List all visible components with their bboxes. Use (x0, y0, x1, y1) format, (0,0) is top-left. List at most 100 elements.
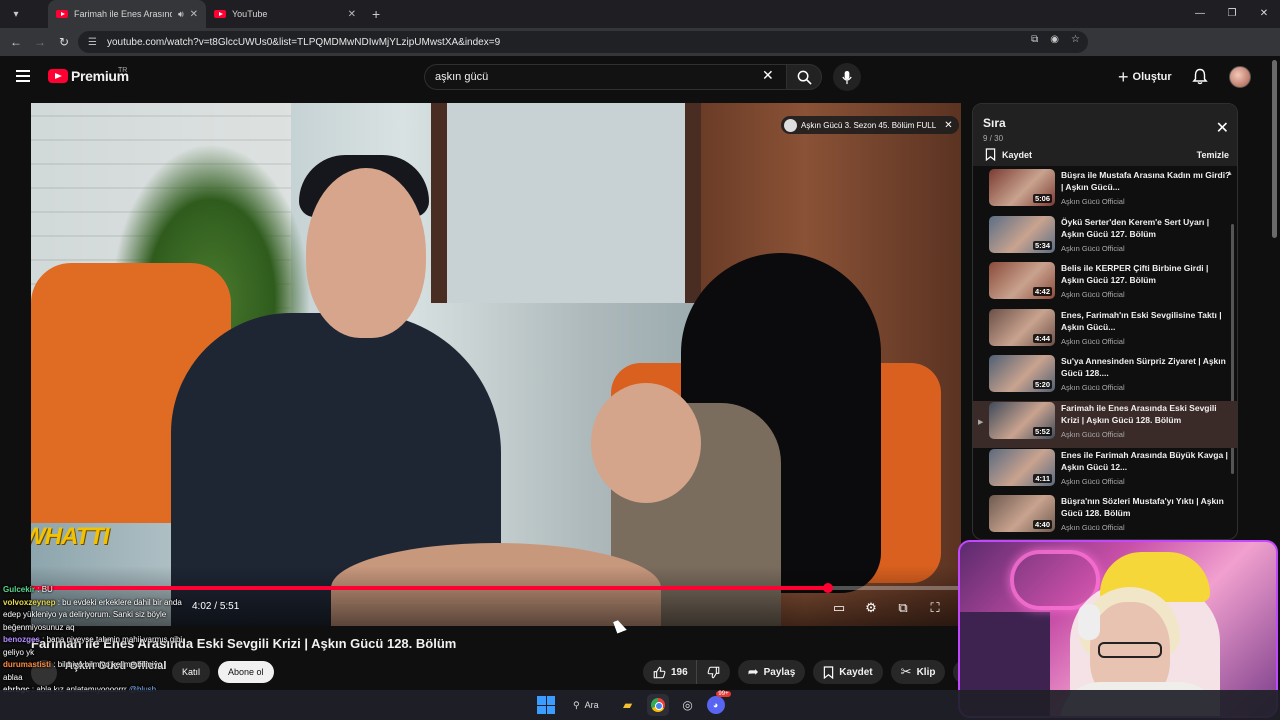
queue-item[interactable]: 5:34 Öykü Serter'den Kerem'e Sert Uyarı |… (973, 215, 1237, 262)
queue-thumbnail[interactable]: 5:20 (989, 355, 1055, 393)
share-button[interactable]: ➦ Paylaş (737, 660, 806, 684)
queue-item-text: Belis ile KERPER Çifti Birbine Girdi | A… (1061, 262, 1231, 299)
bookmark-icon (985, 148, 996, 161)
like-button[interactable]: 196 (643, 660, 696, 684)
voice-search-button[interactable] (833, 63, 861, 91)
create-button[interactable]: + Oluştur (1118, 66, 1172, 88)
queue-panel: Sıra 9 / 30 ✕ Kaydet Temizle ▲ 5:06 Büşra… (972, 103, 1238, 540)
plus-icon: + (1118, 67, 1129, 87)
minimize-icon[interactable]: — (1184, 0, 1216, 28)
window-controls: — ❐ ✕ (1184, 0, 1280, 28)
queue-item-title[interactable]: Enes ile Farimah Arasında Büyük Kavga | … (1061, 449, 1231, 473)
tab-youtube[interactable]: YouTube ✕ (206, 0, 364, 28)
search-button[interactable] (786, 64, 822, 90)
queue-thumbnail[interactable]: 5:52 (989, 401, 1055, 439)
queue-thumbnail[interactable]: 4:42 (989, 262, 1055, 300)
queue-thumbnail[interactable]: 5:06 (989, 169, 1055, 206)
settings-gear-icon[interactable]: ⚙ (862, 600, 880, 616)
clip-label: Klip (916, 666, 936, 678)
youtube-play-icon (48, 69, 68, 83)
tab-title: Farimah ile Enes Arasında E (74, 9, 172, 19)
clear-queue-button[interactable]: Temizle (1197, 150, 1229, 160)
subtitles-icon[interactable]: ▭ (830, 600, 848, 616)
url-bar[interactable]: ☰ youtube.com/watch?v=t8GlccUWUs0&list=T… (78, 31, 1088, 53)
scrubber-handle[interactable] (823, 583, 833, 593)
windows-start-icon[interactable] (537, 696, 555, 714)
clear-search-icon[interactable]: ✕ (762, 67, 774, 84)
chip-close-icon[interactable]: ✕ (944, 120, 952, 131)
chat-message: edep yükleniyo ya deliriyorum. Sanki siz… (3, 609, 303, 622)
dislike-button[interactable] (695, 660, 730, 684)
queue-thumbnail[interactable]: 5:34 (989, 215, 1055, 253)
queue-list: 5:06 Büşra ile Mustafa Arasına Kadın mı G… (973, 168, 1237, 539)
back-icon[interactable]: ← (4, 35, 28, 49)
duration-badge: 5:34 (1032, 240, 1052, 250)
tab-search-chevron-icon[interactable]: ▾ (4, 4, 28, 24)
queue-item[interactable]: 5:20 Su'ya Annesinden Sürpriz Ziyaret | A… (973, 354, 1237, 401)
close-window-icon[interactable]: ✕ (1248, 0, 1280, 28)
chat-username: benozges (3, 635, 40, 644)
reload-icon[interactable]: ↻ (52, 35, 76, 49)
close-queue-icon[interactable]: ✕ (1216, 118, 1229, 138)
site-info-icon[interactable]: ☰ (88, 37, 97, 48)
bookmark-star-icon[interactable]: ☆ (1071, 34, 1080, 45)
forward-icon[interactable]: → (28, 35, 52, 49)
restore-icon[interactable]: ❐ (1216, 0, 1248, 28)
queue-item[interactable]: 4:11 Enes ile Farimah Arasında Büyük Kavg… (973, 448, 1237, 495)
close-tab-icon[interactable]: ✕ (190, 9, 198, 20)
queue-item-current[interactable]: ▶ 5:52 Farimah ile Enes Arasında Eski Sevg… (973, 400, 1237, 448)
chat-text: ablaa (3, 672, 23, 682)
queue-thumbnail[interactable]: 4:11 (989, 448, 1055, 486)
queue-item-title[interactable]: Enes, Farimah'ın Eski Sevgilisine Taktı … (1061, 309, 1231, 333)
queue-item[interactable]: 4:44 Enes, Farimah'ın Eski Sevgilisine Ta… (973, 308, 1237, 355)
queue-item[interactable]: 4:42 Belis ile KERPER Çifti Birbine Girdi… (973, 261, 1237, 308)
page-scrollbar[interactable] (1272, 60, 1277, 238)
player-right-controls: ▭ ⚙ ⧉ ⛶ (830, 600, 944, 616)
chat-text: BU (41, 585, 53, 594)
queue-item-title[interactable]: Belis ile KERPER Çifti Birbine Girdi | A… (1061, 262, 1231, 286)
chat-text: bilmiyo bilmiyo kelime bilmiyo (57, 660, 163, 669)
url-text: youtube.com/watch?v=t8GlccUWUs0&list=TLP… (106, 36, 501, 48)
youtube-premium-logo[interactable]: Premium (48, 68, 129, 84)
speaker-icon[interactable]: 🔊︎ (178, 9, 184, 20)
tab-title: YouTube (232, 9, 268, 19)
taskbar-items: ⚲ Ara ▰ ◎ ◕ 99+ (537, 691, 731, 716)
youtube-favicon-icon (56, 10, 68, 18)
fullscreen-icon[interactable]: ⛶ (926, 600, 944, 616)
chip-avatar (784, 118, 797, 132)
notifications-bell-icon[interactable] (1192, 68, 1208, 85)
chat-text: bana niyeyse tahmin mahii varmış gibi (46, 635, 183, 644)
queue-item[interactable]: 4:40 Büşra'nın Sözleri Mustafa'yı Yıktı |… (973, 494, 1237, 539)
save-button[interactable]: Kaydet (813, 660, 883, 684)
queue-item-text: Öykü Serter'den Kerem'e Sert Uyarı | Aşk… (1061, 216, 1231, 253)
queue-item-title[interactable]: Büşra'nın Sözleri Mustafa'yı Yıktı | Aşk… (1061, 495, 1231, 519)
taskbar-search[interactable]: ⚲ Ara (563, 694, 609, 716)
chat-username: durumastisti (3, 660, 52, 669)
queue-thumbnail[interactable]: 4:44 (989, 308, 1055, 346)
queue-item[interactable]: 5:06 Büşra ile Mustafa Arasına Kadın mı G… (973, 168, 1237, 215)
tab-video[interactable]: Farimah ile Enes Arasında E 🔊︎ ✕ (48, 0, 206, 28)
close-tab-icon[interactable]: ✕ (348, 9, 356, 20)
queue-item-title[interactable]: Su'ya Annesinden Sürpriz Ziyaret | Aşkın… (1061, 355, 1231, 379)
region-code: TR (118, 67, 128, 74)
clip-button[interactable]: ✂ Klip (890, 660, 946, 684)
obs-icon[interactable]: ◎ (677, 694, 699, 716)
search-input[interactable]: aşkın gücü (424, 64, 786, 90)
linked-video-chip[interactable]: Aşkın Gücü 3. Sezon 45. Bölüm FULL ✕ (781, 116, 959, 134)
queue-thumbnail[interactable]: 4:40 (989, 495, 1055, 533)
miniplayer-icon[interactable]: ⧉ (894, 600, 912, 616)
file-explorer-icon[interactable]: ▰ (617, 694, 639, 716)
queue-item-title[interactable]: Öykü Serter'den Kerem'e Sert Uyarı | Aşk… (1061, 216, 1231, 240)
discord-icon[interactable]: ◕ 99+ (706, 691, 731, 714)
save-queue-button[interactable]: Kaydet (985, 148, 1032, 161)
account-avatar[interactable] (1229, 66, 1251, 88)
new-tab-icon[interactable]: + (372, 6, 380, 22)
chrome-icon[interactable] (646, 694, 669, 716)
install-app-icon[interactable]: ⧉ (1031, 34, 1038, 45)
bookmark-icon (824, 665, 834, 679)
eye-off-icon[interactable]: ◉ (1050, 34, 1059, 45)
queue-item-title[interactable]: Büşra ile Mustafa Arasına Kadın mı Girdi… (1061, 169, 1231, 193)
video-player[interactable]: WHATTI (31, 103, 961, 626)
menu-icon[interactable] (16, 70, 30, 82)
queue-item-title[interactable]: Farimah ile Enes Arasında Eski Sevgili K… (1061, 402, 1231, 426)
